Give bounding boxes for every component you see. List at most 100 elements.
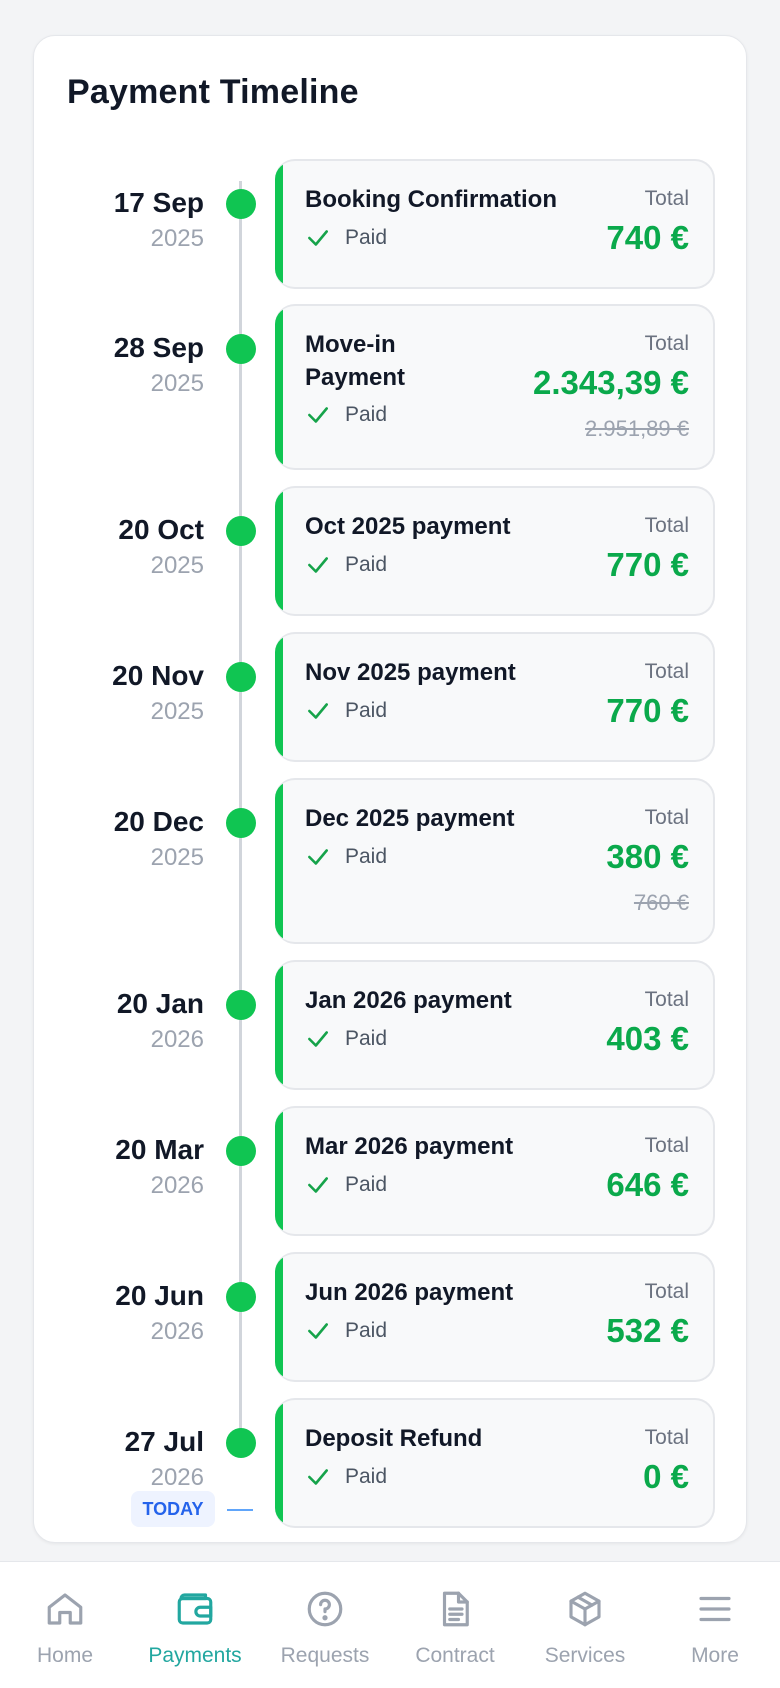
payment-name: Nov 2025 payment bbox=[305, 659, 516, 686]
wallet-icon bbox=[177, 1593, 213, 1625]
payment-status: Paid bbox=[305, 1026, 387, 1052]
nav-item-services[interactable]: Services bbox=[520, 1588, 650, 1668]
payment-amount: 646 € bbox=[606, 1166, 689, 1203]
total-label: Total bbox=[644, 660, 689, 683]
payment-card[interactable]: Oct 2025 payment Paid Total 770 € bbox=[275, 486, 715, 616]
payment-card[interactable]: Booking Confirmation Paid Total 740 € bbox=[275, 159, 715, 289]
payment-card[interactable]: Deposit Refund Paid Total 0 € bbox=[275, 1398, 715, 1528]
timeline-dot bbox=[226, 1282, 256, 1312]
timeline-dot bbox=[226, 516, 256, 546]
check-icon bbox=[308, 557, 328, 573]
entry-date: 20 Mar 2026 bbox=[24, 1133, 204, 1203]
timeline-dot bbox=[226, 189, 256, 219]
payment-status: Paid bbox=[305, 698, 387, 724]
payment-amount: 2.343,39 € bbox=[533, 364, 689, 401]
entry-year: 2025 bbox=[150, 844, 204, 871]
entry-date: 20 Dec 2025 bbox=[24, 805, 204, 875]
payment-card[interactable]: Nov 2025 payment Paid Total 770 € bbox=[275, 632, 715, 762]
timeline-dot bbox=[226, 662, 256, 692]
question-circle-icon bbox=[307, 1591, 343, 1627]
entry-day: 20 Jan bbox=[116, 988, 204, 1019]
nav-item-requests[interactable]: Requests bbox=[260, 1588, 390, 1668]
entry-date: 27 Jul 2026 bbox=[24, 1425, 204, 1495]
payment-status: Paid bbox=[305, 225, 387, 251]
status-label: Paid bbox=[345, 553, 388, 576]
home-icon bbox=[47, 1593, 83, 1625]
total-label: Total bbox=[644, 514, 689, 537]
payment-status: Paid bbox=[305, 1464, 387, 1490]
payment-amount: 380 € bbox=[606, 838, 689, 875]
payment-card[interactable]: Jun 2026 payment Paid Total 532 € bbox=[275, 1252, 715, 1382]
entry-year: 2026 bbox=[150, 1172, 204, 1199]
payment-amount: 532 € bbox=[606, 1312, 689, 1349]
box-icon bbox=[569, 1591, 601, 1627]
payment-amount: 0 € bbox=[643, 1458, 689, 1495]
payment-card[interactable]: Mar 2026 payment Paid Total 646 € bbox=[275, 1106, 715, 1236]
timeline-dot bbox=[226, 990, 256, 1020]
payment-timeline-card: Payment Timeline 17 Sep 2025 Booking Con… bbox=[33, 35, 747, 1543]
payment-name: Jan 2026 payment bbox=[305, 987, 512, 1014]
nav-label: Contract bbox=[415, 1644, 495, 1667]
status-label: Paid bbox=[345, 1027, 388, 1050]
original-amount: 760 € bbox=[633, 890, 689, 915]
status-label: Paid bbox=[345, 403, 388, 426]
payment-status: Paid bbox=[305, 1318, 387, 1344]
total-label: Total bbox=[644, 1134, 689, 1157]
nav-label: More bbox=[691, 1644, 739, 1667]
entry-day: 27 Jul bbox=[124, 1426, 204, 1457]
check-icon bbox=[308, 849, 328, 865]
payment-name: Jun 2026 payment bbox=[305, 1279, 514, 1306]
payment-card[interactable]: Dec 2025 payment Paid Total 380 € 760 € bbox=[275, 778, 715, 944]
check-icon bbox=[308, 703, 328, 719]
check-icon bbox=[308, 230, 328, 246]
entry-day: 20 Mar bbox=[115, 1134, 204, 1165]
total-label: Total bbox=[644, 1280, 689, 1303]
timeline-dot bbox=[226, 1136, 256, 1166]
menu-icon bbox=[699, 1596, 731, 1622]
payment-card[interactable]: Move-in Payment Paid Total 2.343,39 € 2.… bbox=[275, 304, 715, 470]
nav-item-home[interactable]: Home bbox=[0, 1588, 130, 1668]
today-badge: TODAY bbox=[131, 1491, 215, 1527]
check-icon bbox=[308, 1177, 328, 1193]
entry-year: 2025 bbox=[150, 225, 204, 252]
nav-label: Payments bbox=[148, 1644, 242, 1667]
nav-label: Requests bbox=[280, 1644, 370, 1667]
status-label: Paid bbox=[345, 699, 388, 722]
status-label: Paid bbox=[345, 1465, 388, 1488]
payment-name: Deposit Refund bbox=[305, 1425, 483, 1452]
nav-item-more[interactable]: More bbox=[650, 1588, 780, 1668]
status-label: Paid bbox=[345, 845, 388, 868]
document-icon bbox=[442, 1591, 469, 1627]
nav-item-contract[interactable]: Contract bbox=[390, 1588, 520, 1668]
nav-label: Services bbox=[544, 1644, 626, 1667]
entry-date: 20 Oct 2025 bbox=[24, 513, 204, 583]
entry-date: 28 Sep 2025 bbox=[24, 331, 204, 401]
payment-card[interactable]: Jan 2026 payment Paid Total 403 € bbox=[275, 960, 715, 1090]
payment-name: Booking Confirmation bbox=[305, 186, 557, 213]
entry-day: 20 Dec bbox=[113, 806, 204, 837]
total-label: Total bbox=[644, 332, 689, 355]
entry-year: 2026 bbox=[150, 1026, 204, 1053]
entry-date: 20 Nov 2025 bbox=[24, 659, 204, 729]
entry-date: 20 Jan 2026 bbox=[24, 987, 204, 1057]
payment-name: Oct 2025 payment bbox=[305, 513, 511, 540]
entry-year: 2025 bbox=[150, 370, 204, 397]
timeline-dot bbox=[226, 1428, 256, 1458]
check-icon bbox=[308, 1323, 328, 1339]
bottom-nav: Home Payments Requests Contract Services… bbox=[0, 1561, 780, 1688]
check-icon bbox=[308, 407, 328, 423]
nav-item-payments[interactable]: Payments bbox=[130, 1588, 260, 1668]
original-amount: 2.951,89 € bbox=[585, 416, 689, 441]
total-label: Total bbox=[644, 806, 689, 829]
payment-status: Paid bbox=[305, 402, 387, 428]
entry-year: 2026 bbox=[150, 1318, 204, 1345]
entry-year: 2025 bbox=[150, 552, 204, 579]
status-label: Paid bbox=[345, 1173, 388, 1196]
check-icon bbox=[308, 1031, 328, 1047]
entry-day: 17 Sep bbox=[113, 187, 204, 218]
status-label: Paid bbox=[345, 1319, 388, 1342]
timeline-dot bbox=[226, 334, 256, 364]
entry-day: 20 Jun bbox=[115, 1280, 204, 1311]
payment-name: Move-in Payment bbox=[305, 331, 406, 391]
timeline-dot bbox=[226, 808, 256, 838]
